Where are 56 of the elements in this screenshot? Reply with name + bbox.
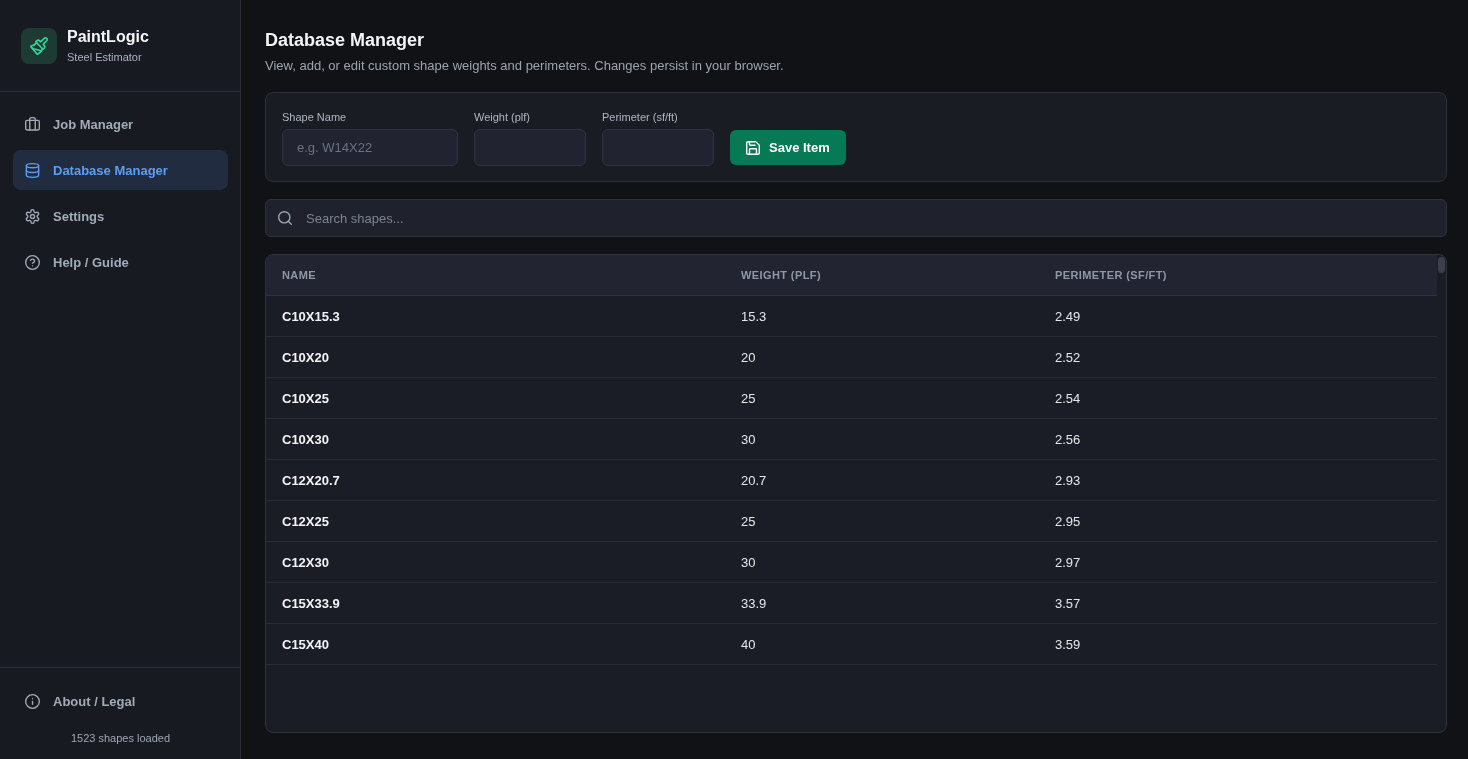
paintbrush-icon	[21, 27, 57, 64]
search-icon	[278, 211, 292, 225]
table-cell-text: 15.3	[741, 308, 768, 324]
table-cell-text: 2.52	[1055, 349, 1082, 365]
field-label: Weight (plf)	[474, 110, 532, 124]
table-cell-text: 2.49	[1055, 308, 1082, 324]
table-cell-text: C10X15.3	[282, 308, 341, 324]
table-cell-text: C12X30	[282, 554, 330, 570]
table-cell-text: 25	[741, 513, 757, 529]
nav-item[interactable]: Help / Guide	[13, 242, 228, 282]
table-cell-text: 3.59	[1055, 636, 1082, 652]
nav-item[interactable]: Database Manager	[13, 150, 228, 190]
table-cell-text: 30	[741, 554, 757, 570]
search-field[interactable]: Search shapes...	[265, 199, 1447, 237]
about-link[interactable]: About / Legal	[13, 681, 228, 721]
field-label: Perimeter (sf/ft)	[602, 110, 679, 124]
table-cell-text: C10X25	[282, 390, 330, 406]
nav-item[interactable]: Job Manager	[13, 104, 228, 144]
table-cell-text: 33.9	[741, 595, 768, 611]
table-cell-text: C10X30	[282, 431, 330, 447]
input-field[interactable]	[602, 129, 714, 166]
table-cell-text: C12X25	[282, 513, 330, 529]
column-header: WEIGHT (PLF)	[741, 269, 822, 281]
table-cell-text: 2.97	[1055, 554, 1082, 570]
help-icon	[25, 254, 40, 270]
table-cell-text: C15X40	[282, 636, 330, 652]
nav-item[interactable]: Settings	[13, 196, 228, 236]
table-cell-text: 3.57	[1055, 595, 1082, 611]
table-cell-text: 20	[741, 349, 757, 365]
field-label: Shape Name	[282, 110, 348, 124]
column-header: PERIMETER (SF/FT)	[1055, 269, 1168, 281]
table-cell-text: C10X20	[282, 349, 330, 365]
info-icon	[25, 693, 40, 709]
briefcase-icon	[25, 116, 40, 132]
table-cell-text: 40	[741, 636, 757, 652]
column-header: NAME	[282, 269, 317, 281]
table-cell-text: 2.56	[1055, 431, 1082, 447]
scrollbar-thumb[interactable]	[1438, 257, 1445, 273]
app-subtitle: Steel Estimator	[67, 50, 143, 64]
table-cell-text: 2.54	[1055, 390, 1082, 406]
app-title: PaintLogic	[67, 27, 149, 47]
table-cell-text: 25	[741, 390, 757, 406]
table-cell-text: 30	[741, 431, 757, 447]
input-field[interactable]	[474, 129, 586, 166]
table-cell-text: C12X20.7	[282, 472, 341, 488]
page-description: View, add, or edit custom shape weights and perimeters. Changes persist in your browser.	[265, 58, 785, 74]
table-cell-text: 2.95	[1055, 513, 1082, 529]
table-cell-text: 20.7	[741, 472, 768, 488]
shapes-count: 1523 shapes loaded	[69, 731, 172, 745]
input-field[interactable]: e.g. W14X22	[282, 129, 458, 166]
table-cell-text: C15X33.9	[282, 595, 341, 611]
database-icon	[25, 162, 40, 178]
gear-icon	[25, 208, 40, 224]
page-title: Database Manager	[265, 29, 426, 52]
table-cell-text: 2.93	[1055, 472, 1082, 488]
save-button[interactable]: Save Item	[730, 130, 846, 165]
